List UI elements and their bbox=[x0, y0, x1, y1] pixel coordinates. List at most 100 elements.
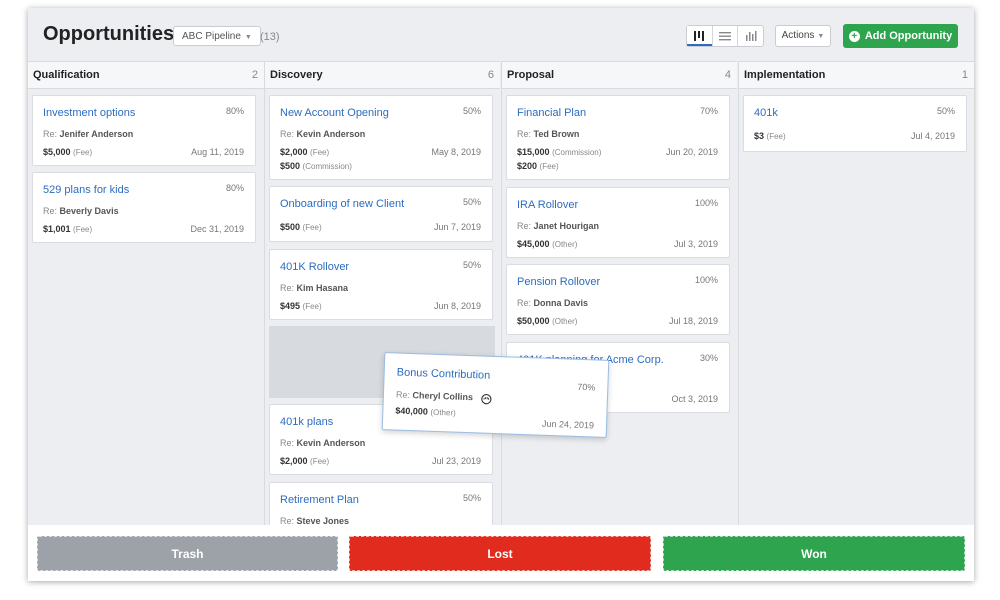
card-title[interactable]: IRA Rollover bbox=[517, 199, 578, 211]
card-contact: Re: Janet Hourigan bbox=[517, 221, 600, 231]
card-probability: 50% bbox=[462, 106, 481, 116]
card-amount: $3 (Fee) bbox=[754, 131, 786, 141]
card-title[interactable]: Investment options bbox=[43, 107, 135, 119]
page-header: Opportunities ABC Pipeline ▼ (13) Action… bbox=[28, 8, 974, 61]
won-drop-zone[interactable]: Won bbox=[663, 536, 965, 571]
card-amount: $40,000 (Other) bbox=[395, 405, 456, 418]
column-implementation: Implementation 1 401k 50% $3 (Fee) Jul 4… bbox=[738, 61, 974, 581]
column-proposal: Proposal 4 Financial Plan 70% Re: Ted Br… bbox=[501, 61, 737, 581]
card-title[interactable]: Retirement Plan bbox=[280, 494, 359, 506]
column-count: 4 bbox=[724, 69, 731, 81]
column-count: 2 bbox=[251, 69, 258, 81]
card-probability: 80% bbox=[225, 106, 244, 116]
actions-button-label: Actions bbox=[781, 30, 815, 41]
card-date: Dec 31, 2019 bbox=[190, 224, 244, 234]
column-header: Qualification 2 bbox=[28, 61, 264, 89]
card-amount: $2,000 (Fee) bbox=[280, 456, 330, 466]
card-probability: 50% bbox=[462, 197, 481, 207]
card-amount: $2,000 (Fee) bbox=[280, 147, 330, 157]
card-probability: 80% bbox=[225, 183, 244, 193]
card-date: Jun 8, 2019 bbox=[433, 301, 481, 311]
card-amount: $500 (Fee) bbox=[280, 222, 322, 232]
opportunity-card[interactable]: Financial Plan 70% Re: Ted Brown $15,000… bbox=[506, 95, 730, 180]
card-date: Jul 18, 2019 bbox=[668, 316, 718, 326]
card-amount: $5,000 (Fee) bbox=[43, 147, 93, 157]
column-qualification: Qualification 2 Investment options 80% R… bbox=[28, 61, 264, 581]
card-contact: Re: Beverly Davis bbox=[43, 206, 119, 216]
lost-drop-zone[interactable]: Lost bbox=[349, 536, 651, 571]
card-contact: Re: Kevin Anderson bbox=[280, 129, 366, 139]
card-date: Oct 3, 2019 bbox=[671, 394, 718, 404]
opportunity-card[interactable]: New Account Opening 50% Re: Kevin Anders… bbox=[269, 95, 493, 180]
bar-chart-icon bbox=[745, 31, 757, 41]
card-title[interactable]: 401k plans bbox=[280, 416, 333, 428]
list-view-button[interactable] bbox=[713, 26, 739, 46]
opportunity-card[interactable]: Investment options 80% Re: Jenifer Ander… bbox=[32, 95, 256, 166]
opportunity-card[interactable]: 401k 50% $3 (Fee) Jul 4, 2019 bbox=[743, 95, 967, 152]
card-date: Jul 23, 2019 bbox=[431, 456, 481, 466]
card-title[interactable]: 529 plans for kids bbox=[43, 184, 129, 196]
card-probability: 100% bbox=[694, 198, 718, 208]
column-name: Discovery bbox=[270, 69, 323, 81]
card-amount: $495 (Fee) bbox=[280, 301, 322, 311]
card-title[interactable]: Financial Plan bbox=[517, 107, 586, 119]
card-contact: Re: Kevin Anderson bbox=[280, 438, 366, 448]
card-title[interactable]: Pension Rollover bbox=[517, 276, 600, 288]
card-amount: $45,000 (Other) bbox=[517, 239, 578, 249]
card-contact: Re: Donna Davis bbox=[517, 298, 589, 308]
opportunity-card[interactable]: 529 plans for kids 80% Re: Beverly Davis… bbox=[32, 172, 256, 243]
card-title[interactable]: 401K Rollover bbox=[280, 261, 349, 273]
card-probability: 50% bbox=[462, 493, 481, 503]
column-name: Implementation bbox=[744, 69, 826, 81]
actions-button[interactable]: Actions ▼ bbox=[775, 25, 831, 47]
card-probability: 70% bbox=[577, 381, 596, 393]
chart-view-button[interactable] bbox=[738, 26, 763, 46]
card-probability: 30% bbox=[699, 353, 718, 363]
card-title[interactable]: Onboarding of new Client bbox=[280, 198, 404, 210]
card-amount: $1,001 (Fee) bbox=[43, 224, 93, 234]
card-title[interactable]: Bonus Contribution bbox=[397, 367, 491, 382]
column-count: 1 bbox=[961, 69, 968, 81]
card-date: May 8, 2019 bbox=[431, 147, 481, 157]
card-title[interactable]: New Account Opening bbox=[280, 107, 389, 119]
page-title: Opportunities bbox=[43, 23, 175, 45]
opportunity-card[interactable]: 401K Rollover 50% Re: Kim Hasana $495 (F… bbox=[269, 249, 493, 320]
app-window: Opportunities ABC Pipeline ▼ (13) Action… bbox=[28, 8, 974, 581]
trash-drop-zone[interactable]: Trash bbox=[37, 536, 338, 571]
list-icon bbox=[719, 32, 731, 41]
dragging-card[interactable]: Bonus Contribution 70% Re: Cheryl Collin… bbox=[381, 352, 610, 438]
opportunity-card[interactable]: Pension Rollover 100% Re: Donna Davis $5… bbox=[506, 264, 730, 335]
chevron-down-icon: ▼ bbox=[244, 34, 252, 41]
pipeline-select-label: ABC Pipeline bbox=[182, 31, 241, 42]
card-date: Jul 4, 2019 bbox=[910, 131, 955, 141]
card-contact: Re: Jenifer Anderson bbox=[43, 129, 134, 139]
column-name: Proposal bbox=[507, 69, 555, 81]
grab-hand-icon bbox=[481, 394, 492, 405]
card-probability: 100% bbox=[694, 275, 718, 285]
card-contact: Re: Ted Brown bbox=[517, 129, 580, 139]
opportunity-card[interactable]: IRA Rollover 100% Re: Janet Hourigan $45… bbox=[506, 187, 730, 258]
add-opportunity-label: Add Opportunity bbox=[864, 30, 953, 42]
card-date: Jun 24, 2019 bbox=[541, 418, 595, 431]
card-amount: $50,000 (Other) bbox=[517, 316, 578, 326]
column-count: 6 bbox=[487, 69, 494, 81]
kanban-icon bbox=[694, 31, 705, 41]
card-title[interactable]: 401k bbox=[754, 107, 778, 119]
card-date: Aug 11, 2019 bbox=[191, 147, 244, 157]
card-probability: 50% bbox=[936, 106, 955, 116]
board-view-button[interactable] bbox=[687, 26, 713, 46]
column-discovery: Discovery 6 New Account Opening 50% Re: … bbox=[264, 61, 500, 581]
card-amount-secondary: $500 (Commission) bbox=[280, 161, 352, 171]
opportunity-card[interactable]: Onboarding of new Client 50% $500 (Fee) … bbox=[269, 186, 493, 242]
card-probability: 70% bbox=[699, 106, 718, 116]
pipeline-select[interactable]: ABC Pipeline ▼ bbox=[173, 26, 261, 46]
plus-circle-icon: + bbox=[848, 30, 860, 42]
add-opportunity-button[interactable]: + Add Opportunity bbox=[843, 24, 958, 48]
column-header: Implementation 1 bbox=[739, 61, 974, 89]
column-header: Proposal 4 bbox=[502, 61, 737, 89]
view-toggle-group bbox=[686, 25, 764, 47]
card-date: Jun 7, 2019 bbox=[433, 222, 481, 232]
card-contact: Re: Kim Hasana bbox=[280, 283, 349, 293]
drop-zone-bar: Trash Lost Won bbox=[28, 525, 974, 581]
card-contact: Re: Cheryl Collins bbox=[395, 389, 474, 403]
